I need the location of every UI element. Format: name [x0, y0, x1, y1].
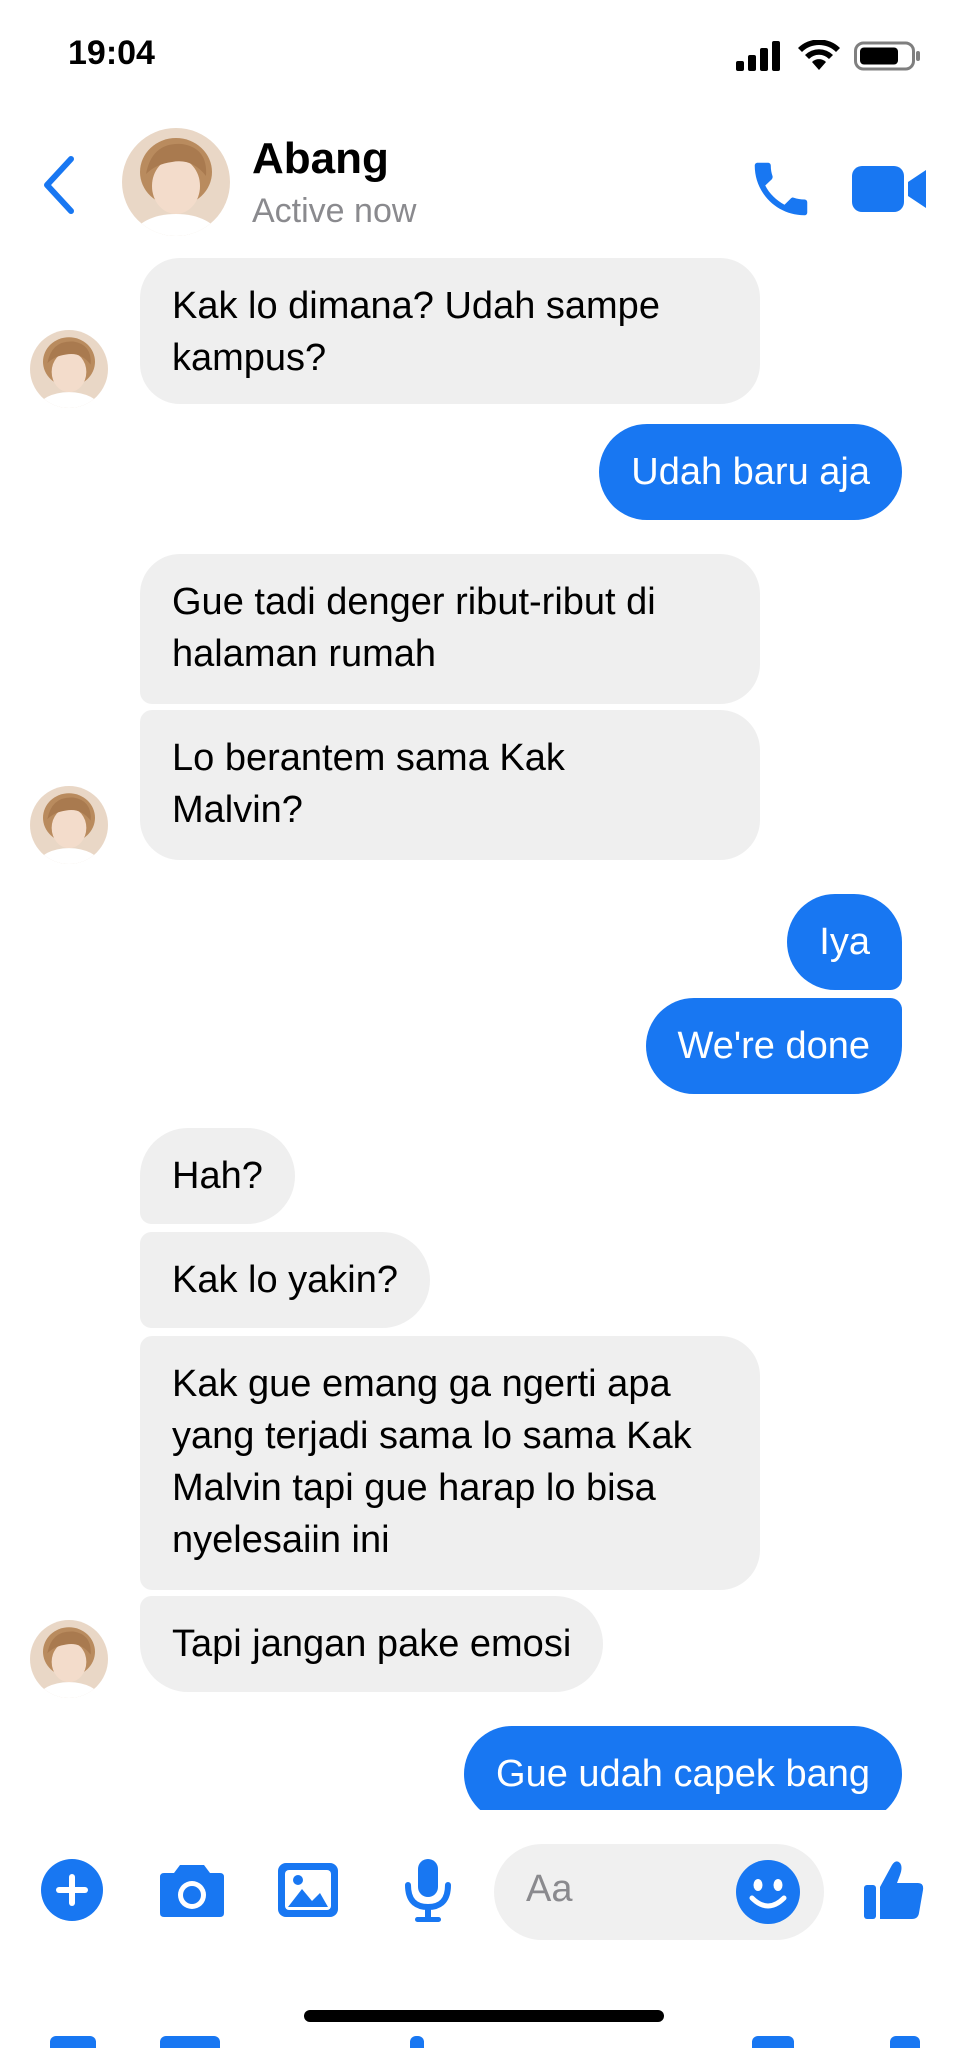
message-text-line: Lo berantem sama Kak	[172, 737, 565, 779]
message-thread[interactable]: Kak lo dimana? Udah sampe kampus? Udah b…	[0, 250, 968, 1810]
video-camera-icon	[852, 166, 926, 212]
image-icon	[278, 1863, 338, 1917]
incoming-message[interactable]: Kak lo yakin?	[140, 1232, 431, 1328]
message-text-line: kampus?	[172, 337, 327, 379]
like-button[interactable]	[856, 1852, 932, 1928]
sender-avatar[interactable]	[30, 330, 108, 408]
outgoing-message[interactable]: We're done	[645, 998, 902, 1094]
tab-bar-peek	[160, 2036, 220, 2048]
incoming-message[interactable]: Tapi jangan pake emosi	[140, 1596, 604, 1692]
back-chevron-icon	[44, 156, 74, 214]
sender-avatar[interactable]	[30, 786, 108, 864]
cellular-signal-icon	[736, 41, 780, 71]
phone-icon	[754, 162, 808, 216]
incoming-message[interactable]: Gue tadi denger ribut-ribut di halaman r…	[140, 554, 760, 704]
message-text: Kak lo yakin?	[172, 1259, 399, 1301]
status-bar: 19:04	[0, 0, 968, 110]
message-text: Gue udah capek bang	[496, 1753, 870, 1795]
incoming-message[interactable]: Kak lo dimana? Udah sampe kampus?	[140, 258, 760, 404]
message-text: Iya	[819, 921, 870, 963]
camera-icon	[160, 1865, 224, 1917]
back-button[interactable]	[34, 150, 84, 220]
camera-button[interactable]	[154, 1852, 230, 1928]
message-text: Tapi jangan pake emosi	[172, 1623, 572, 1665]
tab-bar-peek	[410, 2036, 424, 2048]
message-composer: Aa	[0, 1830, 968, 1950]
home-indicator[interactable]	[304, 2010, 664, 2022]
message-text-line: Malvin?	[172, 789, 303, 831]
voice-message-button[interactable]	[390, 1852, 466, 1928]
tab-bar-peek	[50, 2036, 96, 2048]
incoming-message[interactable]: Hah?	[140, 1128, 295, 1224]
emoji-button[interactable]	[734, 1858, 802, 1926]
message-input-placeholder: Aa	[526, 1868, 573, 1910]
contact-avatar[interactable]	[122, 128, 230, 236]
contact-name: Abang	[252, 134, 389, 183]
battery-icon	[854, 41, 920, 71]
outgoing-message[interactable]: Iya	[787, 894, 902, 990]
message-text: We're done	[677, 1025, 870, 1067]
contact-active-status: Active now	[252, 192, 417, 230]
gallery-button[interactable]	[270, 1852, 346, 1928]
outgoing-message[interactable]: Gue udah capek bang	[464, 1726, 902, 1810]
tab-bar-peek	[752, 2036, 794, 2048]
sender-avatar[interactable]	[30, 1620, 108, 1698]
message-text-line: nyelesaiin ini	[172, 1519, 390, 1561]
chat-header: Abang Active now	[0, 110, 968, 250]
voice-call-button[interactable]	[746, 154, 816, 224]
microphone-icon	[405, 1859, 451, 1922]
incoming-message[interactable]: Kak gue emang ga ngerti apa yang terjadi…	[140, 1336, 760, 1590]
add-button[interactable]	[34, 1852, 110, 1928]
plus-icon	[41, 1859, 103, 1921]
video-call-button[interactable]	[850, 156, 928, 222]
message-text-line: yang terjadi sama lo sama Kak	[172, 1415, 692, 1457]
message-input[interactable]: Aa	[494, 1844, 824, 1940]
emoji-icon	[736, 1860, 800, 1924]
message-text-line: Kak gue emang ga ngerti apa	[172, 1363, 671, 1405]
message-text: Udah baru aja	[631, 451, 870, 493]
outgoing-message[interactable]: Udah baru aja	[599, 424, 902, 520]
message-text-line: Malvin tapi gue harap lo bisa	[172, 1467, 656, 1509]
message-text-line: Gue tadi denger ribut-ribut di	[172, 581, 656, 623]
tab-bar-peek	[890, 2036, 920, 2048]
message-text-line: Kak lo dimana? Udah sampe	[172, 285, 660, 327]
thumbs-up-icon	[864, 1861, 924, 1919]
message-text: Hah?	[172, 1155, 263, 1197]
incoming-message[interactable]: Lo berantem sama Kak Malvin?	[140, 710, 760, 860]
status-icons	[736, 38, 922, 74]
status-time: 19:04	[68, 34, 155, 72]
wifi-icon	[798, 40, 840, 70]
message-text-line: halaman rumah	[172, 633, 437, 675]
